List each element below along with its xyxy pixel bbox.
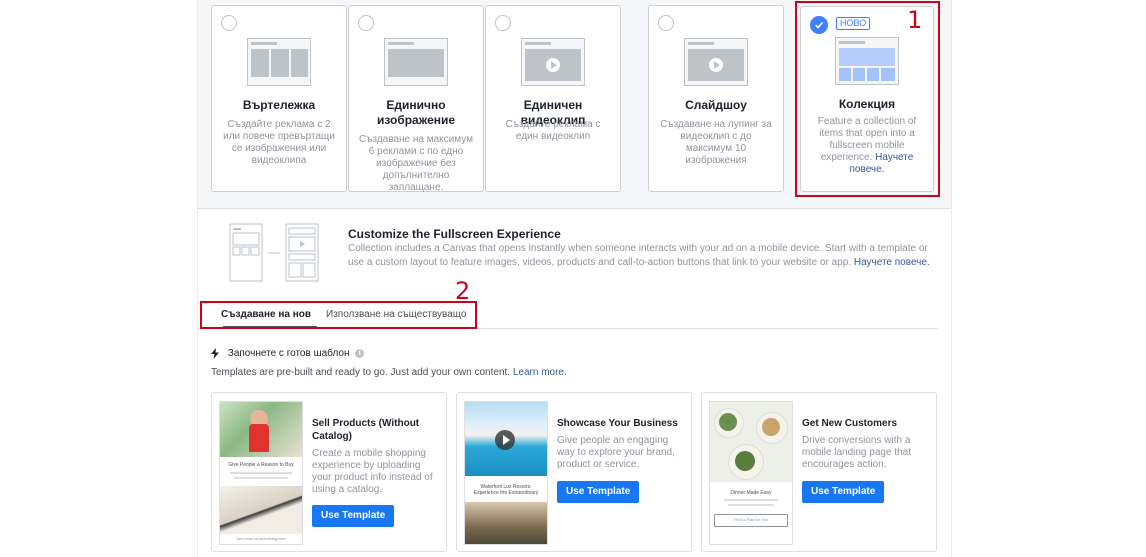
annotation-number-1: 1 [907,6,923,34]
format-card-single-video[interactable]: Единичен видеоклип Създайте реклама с ед… [485,5,621,192]
phone-footer: See more at acclothing.com [236,536,286,541]
format-radio[interactable] [658,15,674,31]
annotation-box-2 [200,301,477,329]
template-card-showcase-business: Waterfont Lux Resorts: Experience the Ex… [456,392,692,552]
template-desc: Give people an engaging way to explore y… [557,435,675,470]
templates-heading-text: Започнете с готов шаблон [227,348,350,360]
format-radio[interactable] [495,15,511,31]
slideshow-thumbnail-icon [684,38,748,86]
template-preview-get-new-customers: Dinner Made Easy Find a Plan for You [709,401,793,545]
format-desc: Създайте реклама с 2 или повече превърта… [223,119,335,166]
format-card-slideshow[interactable]: Слайдшоу Създаване на лупинг за видеокли… [648,5,784,192]
template-preview-sell-products: Give People a Reason to Buy See more at … [219,401,303,545]
format-title: Въртележка [242,98,316,112]
ad-format-selector: Въртележка Създайте реклама с 2 или пове… [198,0,951,209]
templates-subtitle-text: Templates are pre-built and ready to go.… [211,367,511,378]
fullscreen-experience-icon [229,223,319,282]
template-title: Sell Products (Without Catalog) [312,418,420,442]
format-radio[interactable] [221,15,237,31]
template-desc: Create a mobile shopping experience by u… [312,448,433,495]
use-template-button[interactable]: Use Template [312,505,395,527]
phone-headline: Give People a Reason to Buy [228,462,294,468]
format-radio[interactable] [358,15,374,31]
annotation-number-2: 2 [455,277,471,305]
use-template-button[interactable]: Use Template [802,481,885,503]
single-image-thumbnail-icon [384,38,448,86]
templates-learn-more-link[interactable]: Learn more. [513,367,567,378]
format-desc: Създайте реклама с един видеоклип [505,119,601,142]
phone-cta: Find a Plan for You [734,517,768,522]
ad-creative-panel: Въртележка Създайте реклама с 2 или пове… [197,0,952,557]
template-card-get-new-customers: Dinner Made Easy Find a Plan for You Get… [701,392,937,552]
play-icon [546,58,560,72]
template-preview-showcase-business: Waterfont Lux Resorts: Experience the Ex… [464,401,548,545]
format-title: Слайдшоу [685,98,747,112]
play-icon [709,58,723,72]
fullscreen-learn-more-link[interactable]: Научете повече. [854,257,930,268]
format-title: Единично изображение [376,98,456,127]
fullscreen-title: Customize the Fullscreen Experience [348,227,561,241]
lightning-bolt-icon [211,348,219,359]
template-desc: Drive conversions with a mobile landing … [802,435,911,470]
use-template-button[interactable]: Use Template [557,481,640,503]
format-desc: Създаване на лупинг за видеоклип с до ма… [660,119,772,166]
template-title: Showcase Your Business [557,418,678,429]
templates-subtitle: Templates are pre-built and ready to go.… [211,367,567,378]
fullscreen-desc-text: Collection includes a Canvas that opens … [348,243,928,268]
template-card-sell-products: Give People a Reason to Buy See more at … [211,392,447,552]
templates-heading: Започнете с готов шаблон i [211,348,365,360]
video-thumbnail-icon [521,38,585,86]
format-card-single-image[interactable]: Единично изображение Създаване на максим… [348,5,484,193]
phone-headline: Dinner Made Easy [730,490,772,496]
format-desc: Създаване на максимум 6 реклами с по едн… [359,134,473,193]
template-title: Get New Customers [802,418,898,429]
phone-headline: Waterfont Lux Resorts: Experience the Ex… [473,484,539,496]
fullscreen-desc: Collection includes a Canvas that opens … [348,242,933,270]
info-icon[interactable]: i [355,349,365,358]
format-card-carousel[interactable]: Въртележка Създайте реклама с 2 или пове… [211,5,347,192]
carousel-thumbnail-icon [247,38,311,86]
